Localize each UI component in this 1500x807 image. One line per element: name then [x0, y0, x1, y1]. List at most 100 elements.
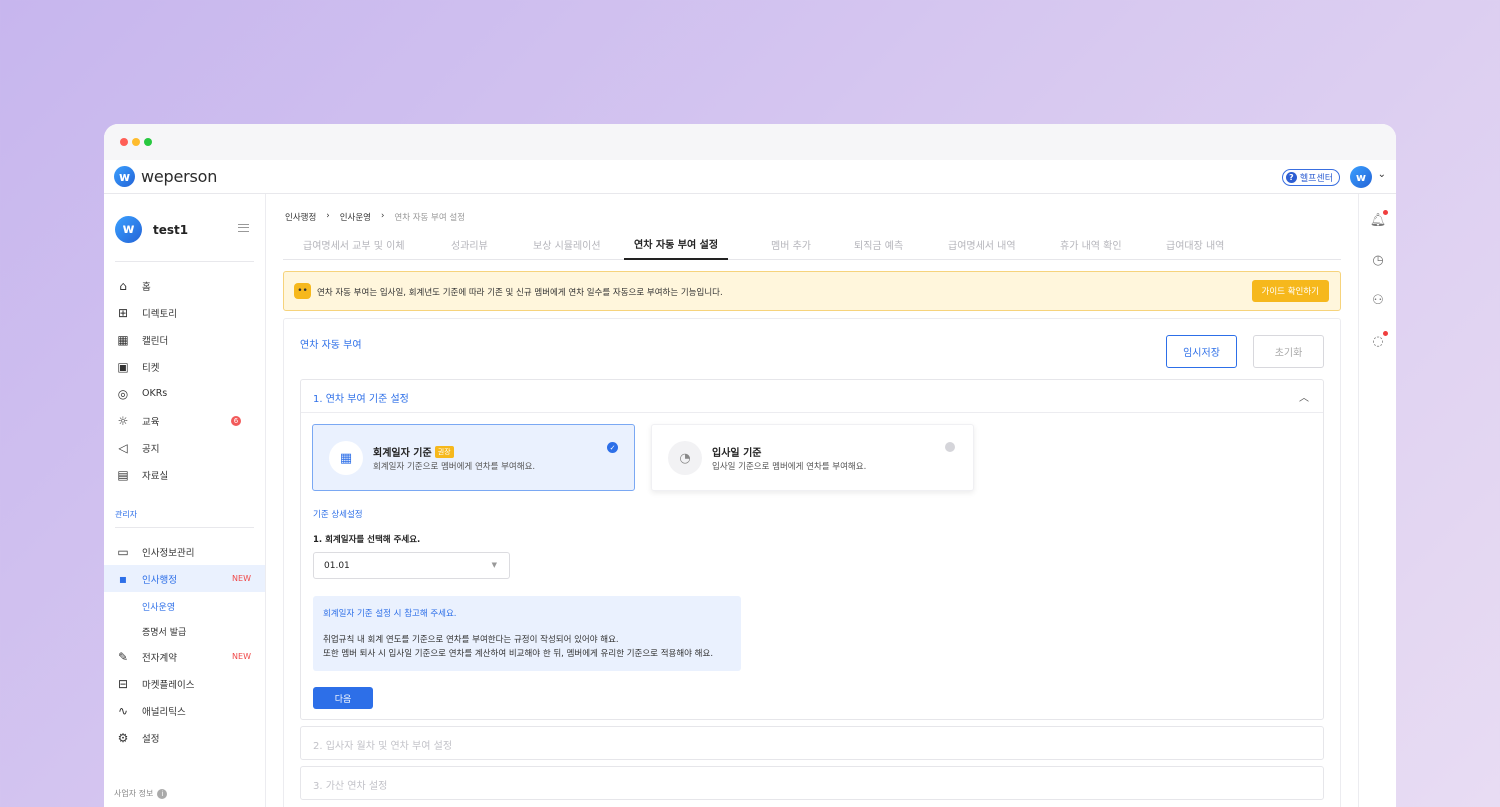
browser-window: w weperson ? 헬프센터 w ⌄ w test1 ⌂ 홈 ⊞ 디렉토리…: [104, 124, 1396, 807]
check-icon[interactable]: ✓: [607, 442, 618, 453]
minimize-window-dot[interactable]: [132, 138, 140, 146]
person-clock-icon: ◔: [668, 441, 702, 475]
avatar[interactable]: w: [1350, 166, 1372, 188]
emoji-icon: ••: [294, 283, 311, 299]
radio-button[interactable]: [945, 442, 955, 452]
option-title-text: 회계일자 기준: [373, 448, 432, 459]
sidebar-subitem-hr-ops[interactable]: 인사운영: [142, 600, 175, 613]
sidebar-item-settings[interactable]: ⚙ 설정: [104, 724, 265, 751]
sidebar-item-hr-admin[interactable]: ▪ 인사행정 NEW: [104, 565, 265, 592]
user-name: test1: [153, 222, 189, 237]
tab-compensation[interactable]: 보상 시뮬레이션: [523, 228, 611, 260]
sidebar-item-label: OKRs: [142, 388, 168, 399]
sidebar-item-label: 전자계약: [142, 652, 177, 664]
sidebar-item-label: 홈: [142, 281, 151, 293]
accordion-header[interactable]: 1. 연차 부여 기준 설정 ︿: [301, 380, 1323, 413]
sidebar-item-directory[interactable]: ⊞ 디렉토리: [104, 299, 265, 326]
app-header: w weperson ? 헬프센터 w ⌄: [104, 160, 1396, 194]
save-draft-button[interactable]: 임시저장: [1166, 335, 1237, 368]
tab-payslip[interactable]: 급여명세서 교부 및 이체: [293, 228, 415, 260]
breadcrumb-item[interactable]: 인사운영: [340, 211, 371, 223]
info-icon: i: [157, 788, 168, 799]
calendar-icon: ▦: [117, 332, 129, 347]
sidebar-item-marketplace[interactable]: ⊟ 마켓플레이스: [104, 670, 265, 697]
reference-line: 취업규칙 내 회계 연도를 기준으로 연차를 부여한다는 규정이 작성되어 있어…: [323, 635, 619, 645]
sidebar-item-education[interactable]: ☼ 교육 6: [104, 407, 265, 434]
option-fiscal-date[interactable]: ▦ 회계일자 기준 권장 회계일자 기준으로 멤버에게 연차를 부여해요. ✓: [312, 424, 635, 491]
sidebar-item-e-contract[interactable]: ✎ 전자계약 NEW: [104, 643, 265, 670]
help-center-button[interactable]: ? 헬프센터: [1281, 169, 1340, 186]
sidebar-item-notice[interactable]: ◁ 공지: [104, 434, 265, 461]
clock-icon[interactable]: ◷: [1370, 252, 1386, 268]
option-description: 회계일자 기준으로 멤버에게 연차를 부여해요.: [373, 462, 536, 472]
notice-text: 연차 자동 부여는 입사일, 회계년도 기준에 따라 기존 및 신규 멤버에게 …: [317, 288, 723, 298]
tab-performance-review[interactable]: 성과리뷰: [441, 228, 498, 260]
sidebar-item-label: 디렉토리: [142, 308, 177, 320]
option-hire-date[interactable]: ◔ 입사일 기준 입사일 기준으로 멤버에게 연차를 부여해요.: [651, 424, 974, 491]
calendar-icon: ▦: [329, 441, 363, 475]
reset-button[interactable]: 초기화: [1253, 335, 1324, 368]
check-circle-icon[interactable]: ◌: [1370, 331, 1388, 349]
tab-severance[interactable]: 퇴직금 예측: [844, 228, 913, 260]
sidebar-item-ticket[interactable]: ▣ 티켓: [104, 353, 265, 380]
sidebar-item-okrs[interactable]: ◎ OKRs: [104, 380, 265, 407]
megaphone-icon: ◁: [118, 440, 128, 455]
tab-leave-history[interactable]: 휴가 내역 확인: [1050, 228, 1132, 260]
fiscal-date-select[interactable]: 01.01 ▼: [313, 552, 510, 579]
menu-icon[interactable]: [238, 224, 249, 232]
option-title-text: 입사일 기준: [712, 448, 762, 459]
tab-payroll-ledger[interactable]: 급여대장 내역: [1156, 228, 1234, 260]
sidebar-subitem-certificate[interactable]: 증명서 발급: [142, 625, 186, 638]
sidebar-item-calendar[interactable]: ▦ 캘린더: [104, 326, 265, 353]
sidebar-item-archive[interactable]: ▤ 자료실: [104, 461, 265, 488]
next-button[interactable]: 다음: [313, 687, 373, 709]
sidebar-item-label: 설정: [142, 733, 160, 745]
new-tag: NEW: [232, 574, 251, 583]
business-info-label: 사업자 정보: [114, 789, 154, 798]
accordion-title: 1. 연차 부여 기준 설정: [313, 394, 409, 405]
sidebar-item-label: 티켓: [142, 362, 160, 374]
sidebar-item-home[interactable]: ⌂ 홈: [104, 272, 265, 299]
chevron-down-icon[interactable]: ⌄: [1378, 169, 1386, 180]
close-window-dot[interactable]: [120, 138, 128, 146]
gear-icon: ⚙: [117, 730, 129, 745]
admin-section-label: 관리자: [115, 510, 138, 519]
people-icon[interactable]: ⚇: [1370, 292, 1386, 308]
divider: [115, 527, 254, 528]
user-profile[interactable]: w test1: [115, 216, 188, 243]
guide-button[interactable]: 가이드 확인하기: [1251, 280, 1329, 302]
chart-line-icon: ∿: [117, 703, 129, 718]
maximize-window-dot[interactable]: [144, 138, 152, 146]
window-titlebar: [104, 124, 1396, 160]
sidebar-item-label: 인사정보관리: [142, 547, 195, 559]
sidebar-item-label: 자료실: [142, 470, 169, 482]
tab-annual-leave[interactable]: 연차 자동 부여 설정: [624, 228, 729, 260]
count-badge: 6: [231, 415, 241, 426]
help-center-label: 헬프센터: [1299, 174, 1333, 184]
right-toolbar: 🔔︎ ◷ ⚇ ◌: [1358, 194, 1396, 807]
question-icon: ?: [1285, 172, 1297, 183]
lightbulb-icon: ☼: [117, 413, 129, 428]
option-title: 회계일자 기준 권장: [373, 444, 454, 459]
chevron-up-icon[interactable]: ︿: [1299, 389, 1309, 404]
sidebar-item-label: 캘린더: [142, 335, 169, 347]
notification-dot: [1383, 331, 1388, 336]
reference-line: 또한 멤버 퇴사 시 입사일 기준으로 연차를 계산하여 비교해야 한 뒤, 멤…: [323, 649, 714, 659]
logo[interactable]: w weperson: [114, 166, 217, 187]
accordion-section-3[interactable]: 3. 가산 연차 설정: [300, 766, 1324, 800]
new-tag: NEW: [232, 652, 251, 661]
bell-icon[interactable]: 🔔︎: [1370, 210, 1388, 228]
gift-icon: ⊟: [117, 676, 129, 691]
accordion-section-2[interactable]: 2. 입사자 월차 및 연차 부여 설정: [300, 726, 1324, 760]
tab-payslip-history[interactable]: 급여명세서 내역: [938, 228, 1026, 260]
sidebar-item-analytics[interactable]: ∿ 애널리틱스: [104, 697, 265, 724]
business-info[interactable]: 사업자 정보 i: [114, 788, 168, 799]
sidebar-item-hr-info[interactable]: ▭ 인사정보관리: [104, 538, 265, 565]
ticket-icon: ▣: [117, 359, 129, 374]
org-chart-icon: ⊞: [117, 305, 129, 320]
fiscal-date-question: 1. 회계일자를 선택해 주세요.: [313, 535, 421, 545]
tab-add-member[interactable]: 멤버 추가: [761, 228, 821, 260]
accordion-title: 3. 가산 연차 설정: [313, 781, 388, 792]
breadcrumb-item[interactable]: 인사행정: [285, 211, 316, 223]
user-avatar: w: [115, 216, 142, 243]
